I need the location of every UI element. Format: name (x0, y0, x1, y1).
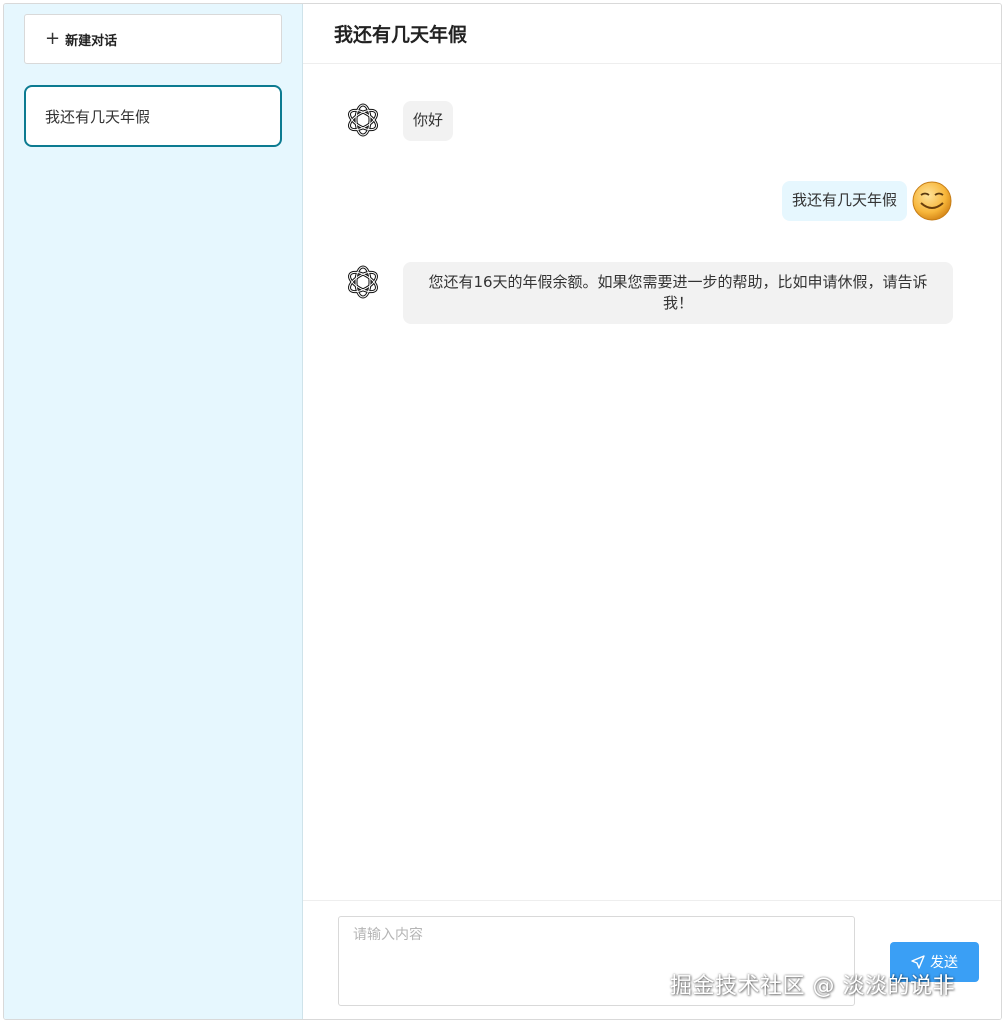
send-arrow-icon (911, 955, 925, 969)
message-bubble-assistant: 您还有16天的年假余额。如果您需要进一步的帮助，比如申请休假，请告诉我！ (403, 262, 953, 324)
openai-logo-icon (342, 261, 384, 303)
smiley-face-avatar (911, 180, 953, 222)
chat-app: + 新建对话 我还有几天年假 我还有几天年假 你好 我还有几天年假 您还有16天… (3, 3, 1002, 1020)
openai-logo-icon (342, 99, 384, 141)
message-text: 我还有几天年假 (791, 191, 897, 209)
conversation-title: 我还有几天年假 (45, 107, 151, 126)
new-chat-button[interactable]: + 新建对话 (24, 14, 282, 64)
message-input[interactable] (338, 916, 855, 1006)
send-button[interactable]: 发送 (890, 942, 979, 982)
message-text: 你好 (413, 111, 444, 129)
composer: 发送 (303, 900, 1001, 1019)
message-bubble-user: 我还有几天年假 (781, 181, 907, 221)
new-chat-label: 新建对话 (65, 33, 118, 49)
message-text: 您还有16天的年假余额。如果您需要进一步的帮助，比如申请休假，请告诉我！ (428, 273, 928, 312)
sidebar: + 新建对话 我还有几天年假 (4, 4, 303, 1019)
send-label: 发送 (930, 955, 958, 971)
chat-panel: 我还有几天年假 你好 我还有几天年假 您还有16天的年假余额。如果您需要进一步的… (303, 4, 1001, 1019)
message-list: 你好 我还有几天年假 您还有16天的年假余额。如果您需要进一步的帮助，比如申请休… (303, 64, 1001, 900)
message-bubble-assistant: 你好 (403, 101, 454, 141)
chat-header: 我还有几天年假 (303, 4, 1001, 64)
conversation-item-active[interactable]: 我还有几天年假 (24, 85, 282, 147)
plus-icon: + (45, 28, 61, 49)
page-title: 我还有几天年假 (334, 24, 468, 46)
